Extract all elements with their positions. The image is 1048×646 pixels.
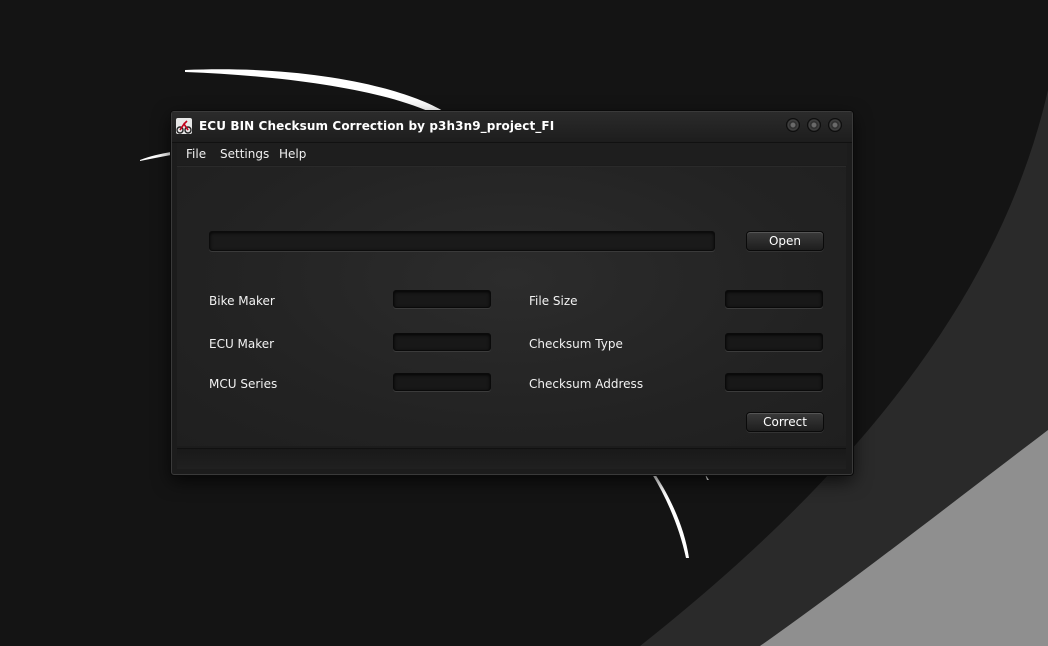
main-panel: Open Bike Maker ECU Maker MCU Series Fil… bbox=[177, 166, 846, 446]
checksum-address-field bbox=[725, 373, 823, 391]
checksum-type-label: Checksum Type bbox=[529, 337, 623, 351]
menu-settings[interactable]: Settings bbox=[220, 147, 269, 161]
file-size-label: File Size bbox=[529, 294, 578, 308]
status-bar bbox=[177, 448, 846, 469]
mcu-series-label: MCU Series bbox=[209, 377, 278, 391]
menu-file[interactable]: File bbox=[186, 147, 206, 161]
ecu-maker-label: ECU Maker bbox=[209, 337, 275, 351]
open-button[interactable]: Open bbox=[746, 231, 824, 251]
app-window: ECU BIN Checksum Correction by p3h3n9_pr… bbox=[171, 111, 853, 475]
mcu-series-field bbox=[393, 373, 491, 391]
file-size-field bbox=[725, 290, 823, 308]
correct-button[interactable]: Correct bbox=[746, 412, 824, 432]
motorbike-icon bbox=[176, 118, 192, 134]
minimize-icon[interactable] bbox=[787, 119, 799, 131]
maximize-icon[interactable] bbox=[808, 119, 820, 131]
title-bar[interactable]: ECU BIN Checksum Correction by p3h3n9_pr… bbox=[172, 112, 852, 143]
menu-help[interactable]: Help bbox=[279, 147, 306, 161]
file-path-field[interactable] bbox=[209, 231, 715, 251]
ecu-maker-field bbox=[393, 333, 491, 351]
menu-bar: File Settings Help bbox=[177, 143, 847, 165]
bike-maker-field bbox=[393, 290, 491, 308]
checksum-type-field bbox=[725, 333, 823, 351]
checksum-address-label: Checksum Address bbox=[529, 377, 644, 391]
close-icon[interactable] bbox=[829, 119, 841, 131]
bike-maker-label: Bike Maker bbox=[209, 294, 275, 308]
window-title: ECU BIN Checksum Correction by p3h3n9_pr… bbox=[199, 119, 555, 133]
